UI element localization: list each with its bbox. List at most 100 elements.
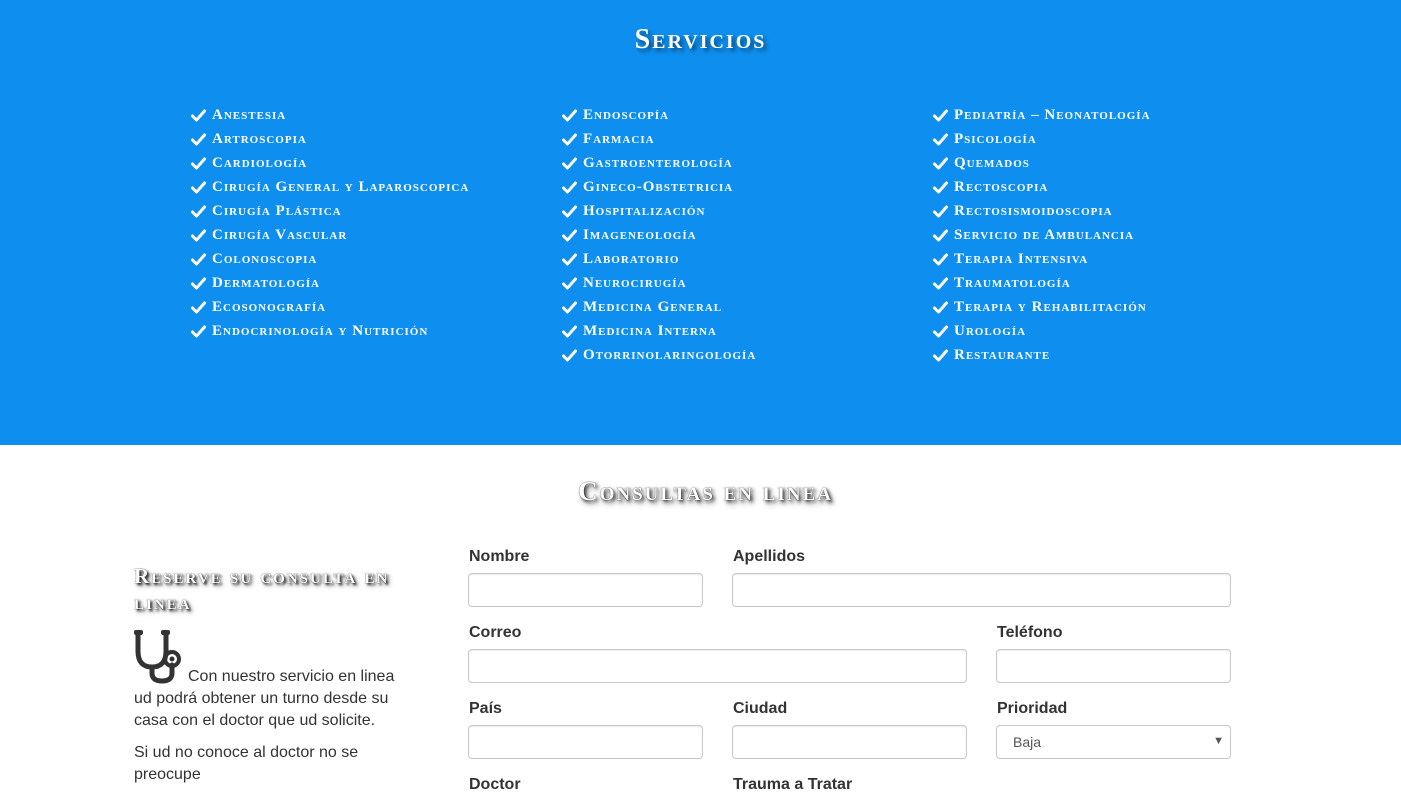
service-item: Ecosonografía (191, 295, 469, 319)
check-icon (562, 324, 577, 339)
service-item: Endocrinología y Nutrición (191, 319, 469, 343)
check-icon (191, 252, 206, 267)
stethoscope-icon (134, 629, 186, 685)
services-column-3: Pediatría – Neonatología Psicología Quemad… (933, 103, 1151, 367)
check-icon (562, 348, 577, 363)
service-item: Artroscopia (191, 127, 469, 151)
telefono-input[interactable] (996, 649, 1231, 683)
services-column-2: Endoscopía Farmacia Gastroenterología Ginec… (562, 103, 756, 367)
service-label: Psicología (954, 130, 1037, 147)
service-label: Neurocirugía (583, 274, 687, 291)
services-column-1: Anestesia Artroscopia Cardiología Cirugía G… (191, 103, 469, 343)
check-icon (933, 108, 948, 123)
service-label: Endocrinología y Nutrición (212, 322, 429, 339)
check-icon (562, 300, 577, 315)
service-label: Anestesia (212, 106, 287, 123)
service-item: Terapia y Rehabilitación (933, 295, 1151, 319)
nombre-input[interactable] (468, 573, 703, 607)
chevron-down-icon: ▼ (1213, 735, 1224, 747)
service-label: Imageneología (583, 226, 697, 243)
check-icon (933, 276, 948, 291)
check-icon (562, 156, 577, 171)
check-icon (933, 324, 948, 339)
trauma-label: Trauma a Tratar (733, 776, 853, 793)
prioridad-select[interactable]: Baja ▼ (996, 725, 1231, 759)
check-icon (191, 156, 206, 171)
apellidos-input[interactable] (732, 573, 1231, 607)
check-icon (191, 228, 206, 243)
check-icon (191, 324, 206, 339)
consultas-title: Consultas en linea (578, 476, 833, 506)
service-label: Terapia Intensiva (954, 250, 1089, 267)
check-icon (562, 276, 577, 291)
service-item: Dermatología (191, 271, 469, 295)
service-item: Anestesia (191, 103, 469, 127)
service-label: Endoscopía (583, 106, 670, 123)
telefono-label: Teléfono (997, 624, 1063, 641)
service-label: Hospitalización (583, 202, 706, 219)
service-label: Traumatología (954, 274, 1071, 291)
service-item: Gastroenterología (562, 151, 756, 175)
check-icon (191, 300, 206, 315)
service-label: Restaurante (954, 346, 1051, 363)
service-label: Medicina Interna (583, 322, 717, 339)
services-title: Servicios (634, 24, 767, 55)
service-item: Laboratorio (562, 247, 756, 271)
reserve-info-panel: Reserve su consulta en linea Con nuestro… (134, 563, 409, 786)
reserve-heading: Reserve su consulta en linea (134, 564, 390, 614)
service-label: Terapia y Rehabilitación (954, 298, 1147, 315)
service-item: Otorrinolaringología (562, 343, 756, 367)
service-label: Rectoscopia (954, 178, 1049, 195)
service-item: Rectosismoidoscopia (933, 199, 1151, 223)
ciudad-label: Ciudad (733, 700, 788, 717)
service-label: Farmacia (583, 130, 655, 147)
service-label: Medicina General (583, 298, 723, 315)
service-item: Pediatría – Neonatología (933, 103, 1151, 127)
ciudad-input[interactable] (732, 725, 967, 759)
service-label: Pediatría – Neonatología (954, 106, 1151, 123)
service-label: Laboratorio (583, 250, 680, 267)
service-label: Rectosismoidoscopia (954, 202, 1113, 219)
service-item: Urología (933, 319, 1151, 343)
service-label: Urología (954, 322, 1027, 339)
service-item: Medicina General (562, 295, 756, 319)
check-icon (933, 180, 948, 195)
correo-input[interactable] (468, 649, 967, 683)
nombre-label: Nombre (469, 548, 530, 565)
service-item: Terapia Intensiva (933, 247, 1151, 271)
check-icon (933, 228, 948, 243)
check-icon (191, 204, 206, 219)
service-item: Gineco-Obstetricia (562, 175, 756, 199)
check-icon (562, 204, 577, 219)
check-icon (933, 156, 948, 171)
service-item: Cirugía Vascular (191, 223, 469, 247)
check-icon (191, 276, 206, 291)
service-label: Dermatología (212, 274, 320, 291)
check-icon (933, 132, 948, 147)
check-icon (562, 108, 577, 123)
pais-input[interactable] (468, 725, 703, 759)
correo-label: Correo (469, 624, 522, 641)
service-item: Cardiología (191, 151, 469, 175)
service-label: Artroscopia (212, 130, 307, 147)
service-label: Cirugía General y Laparoscopica (212, 178, 470, 195)
apellidos-label: Apellidos (733, 548, 806, 565)
service-label: Cardiología (212, 154, 308, 171)
service-item: Cirugía General y Laparoscopica (191, 175, 469, 199)
service-label: Gineco-Obstetricia (583, 178, 734, 195)
check-icon (933, 252, 948, 267)
service-label: Gastroenterología (583, 154, 733, 171)
service-item: Colonoscopia (191, 247, 469, 271)
service-item: Hospitalización (562, 199, 756, 223)
service-item: Cirugía Plástica (191, 199, 469, 223)
service-item: Psicología (933, 127, 1151, 151)
reserve-note: Si ud no conoce al doctor no se preocupe (134, 744, 359, 783)
check-icon (562, 180, 577, 195)
doctor-label: Doctor (469, 776, 521, 793)
service-item: Endoscopía (562, 103, 756, 127)
prioridad-selected-value: Baja (1013, 734, 1042, 750)
check-icon (933, 204, 948, 219)
services-section: Servicios Anestesia Artroscopia Cardiologí… (0, 0, 1401, 445)
service-label: Cirugía Vascular (212, 226, 348, 243)
check-icon (562, 252, 577, 267)
